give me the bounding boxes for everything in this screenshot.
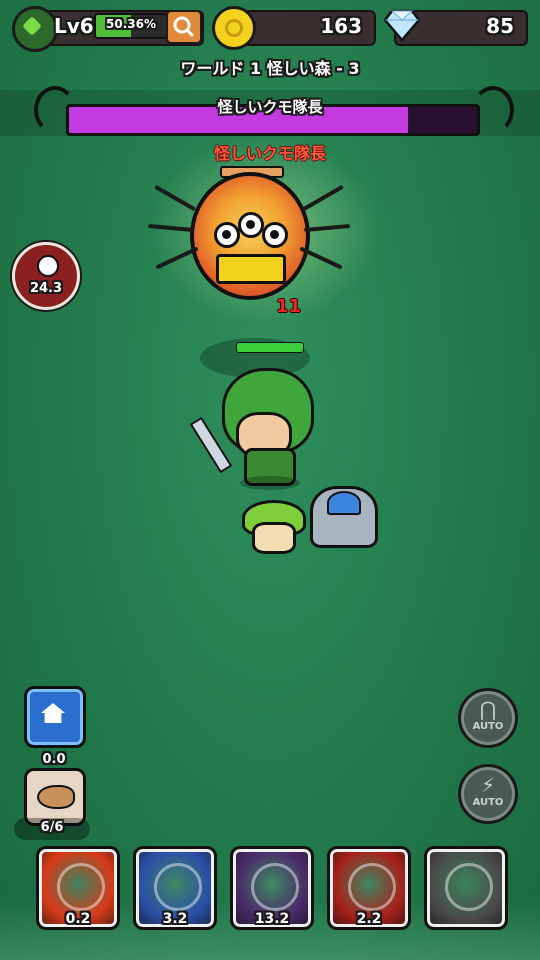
fire-vortex-icon bbox=[348, 863, 396, 911]
food-count: 6/6 bbox=[40, 820, 64, 835]
skill-button-fire-vortex[interactable]: 2.2 bbox=[327, 846, 411, 930]
skill-button-locked-slot[interactable] bbox=[424, 846, 508, 930]
ice-burst-icon bbox=[154, 863, 202, 911]
clock-icon bbox=[37, 255, 59, 277]
spider-eye bbox=[262, 222, 288, 248]
skill-button-flame-slash[interactable]: 0.2 bbox=[36, 846, 120, 930]
xp-bar: 50.36% bbox=[94, 13, 168, 39]
locked-slot-icon bbox=[445, 863, 493, 911]
mushroom-pet-face bbox=[252, 522, 296, 554]
stage-timer: 24.3 bbox=[12, 242, 80, 310]
damage-popup: 11 bbox=[276, 296, 302, 317]
stage-title: ワールド 1 怪しい森 - 3 bbox=[180, 59, 360, 78]
auto-magnet-button[interactable]: ⋂ AUTO bbox=[458, 688, 518, 748]
gem-count: 85 bbox=[486, 14, 514, 38]
skull-summon-icon bbox=[251, 863, 299, 911]
spider-eye bbox=[238, 212, 264, 238]
magnifier-icon bbox=[173, 16, 195, 38]
spider-boss[interactable] bbox=[147, 172, 351, 300]
auto-magnet-label: AUTO bbox=[472, 721, 504, 732]
hero-hp-bar bbox=[236, 342, 304, 353]
search-button[interactable] bbox=[166, 10, 202, 44]
auto-skill-button[interactable]: ⚡ AUTO bbox=[458, 764, 518, 824]
lightning-icon: ⚡ bbox=[480, 773, 496, 797]
robot-pet[interactable] bbox=[310, 486, 378, 548]
boss-bar-name: 怪しいクモ隊長 bbox=[217, 98, 323, 116]
spider-eye bbox=[214, 222, 240, 248]
skill-cooldown: 13.2 bbox=[254, 911, 290, 927]
skill-cooldown: 3.2 bbox=[162, 911, 188, 927]
skill-button-skull-summon[interactable]: 13.2 bbox=[230, 846, 314, 930]
coin-count: 163 bbox=[320, 14, 362, 38]
diamond-icon bbox=[384, 9, 420, 42]
hero-hp-fill bbox=[237, 343, 303, 352]
food-cooldown: 0.0 bbox=[42, 752, 66, 767]
spider-mouth bbox=[216, 254, 286, 284]
level-label: Lv6 bbox=[54, 14, 94, 38]
skill-cooldown: 2.2 bbox=[356, 911, 382, 927]
hero-feet-shadow bbox=[240, 476, 300, 490]
coin-icon bbox=[212, 6, 256, 50]
auto-skill-label: AUTO bbox=[472, 797, 504, 808]
skill-button-ice-burst[interactable]: 3.2 bbox=[133, 846, 217, 930]
home-button[interactable] bbox=[24, 686, 86, 748]
skill-cooldown: 0.2 bbox=[65, 911, 91, 927]
timer-value: 24.3 bbox=[29, 281, 63, 296]
magnet-icon: ⋂ bbox=[479, 697, 497, 721]
flame-slash-icon bbox=[57, 863, 105, 911]
xp-percent: 50.36% bbox=[106, 17, 156, 31]
level-icon bbox=[12, 6, 58, 52]
boss-overhead-name: 怪しいクモ隊長 bbox=[213, 144, 326, 163]
